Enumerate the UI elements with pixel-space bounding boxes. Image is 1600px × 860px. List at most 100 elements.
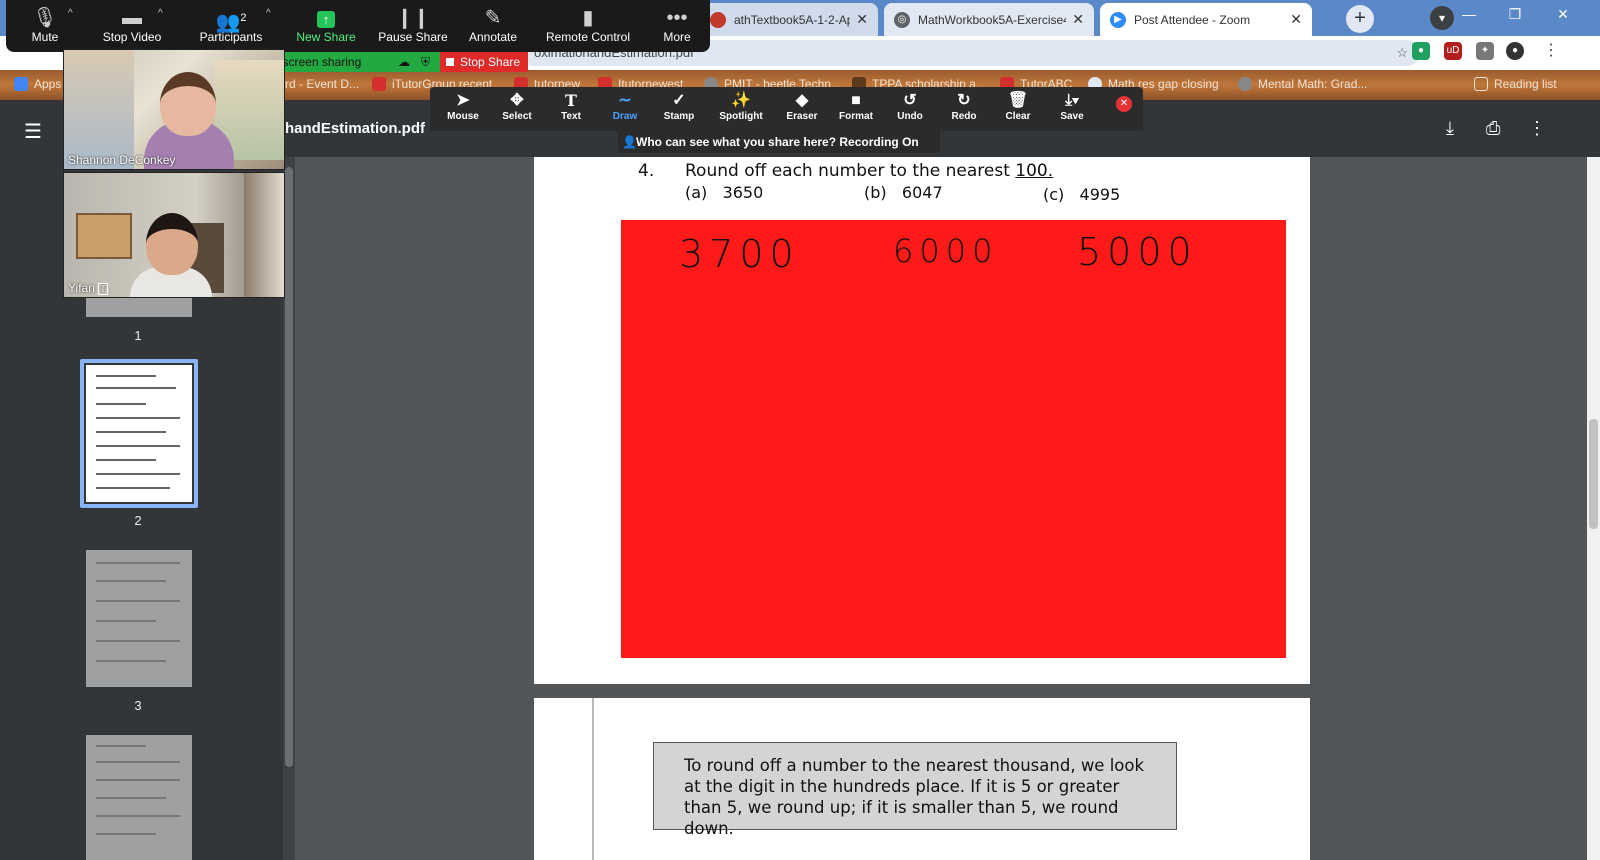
annotate-select-tool[interactable]: ✥ Select [490,91,544,122]
thumbnail-page-1[interactable] [86,297,192,317]
profile-avatar-icon[interactable]: ● [1506,42,1524,60]
person-face [160,72,216,136]
question-number: 4. [638,161,655,181]
trash-icon: 🗑 [1007,92,1029,109]
new-share-button[interactable]: ↑ New Share [292,0,360,52]
tool-label: Spotlight [719,111,763,122]
stop-share-button[interactable]: Stop Share [440,52,528,72]
window-close-icon[interactable]: ✕ [1540,0,1586,30]
pdf-viewport[interactable]: 4. Round off each number to the nearest … [297,157,1587,860]
pause-share-button[interactable]: ❙❙ Pause Share [378,0,448,52]
extension-chat-icon[interactable]: ● [1412,42,1430,60]
menu-hamburger-icon[interactable]: ☰ [24,119,42,144]
question-target: 100. [1015,161,1054,181]
viewer-scroll-thumb[interactable] [1589,419,1598,529]
reading-list[interactable]: Reading list [1474,77,1557,91]
chevron-up-icon[interactable]: ^ [68,8,73,19]
video-tile-shannon[interactable]: Shannon DeConkey [63,49,285,170]
tab-math-workbook[interactable]: ◎ MathWorkbook5A-Exercise4_ ✕ [884,3,1094,36]
restore-icon[interactable]: ❐ [1492,0,1538,30]
extension-ublock-icon[interactable]: uD [1444,42,1462,60]
more-button[interactable]: ••• More [654,0,700,52]
pause-icon: ❙❙ [396,7,430,29]
close-annotation-icon[interactable]: ✕ [1116,96,1132,112]
print-icon[interactable]: ⎙ [1486,118,1500,139]
annotate-draw-tool[interactable]: ∼ Draw [598,91,652,122]
annotate-eraser-tool[interactable]: ◆ Eraser [775,91,829,122]
minimize-icon[interactable]: — [1446,0,1492,30]
globe-favicon-icon: ◎ [894,11,910,28]
handwritten-answer-a: 3700 [679,232,800,276]
button-label: Pause Share [378,30,448,44]
bookmark-label: rd - Event D... [285,77,360,91]
annotate-format-tool[interactable]: ■ Format [829,91,883,122]
thumbnail-page-3[interactable] [86,550,192,687]
bookmark-apps[interactable]: Apps [14,77,61,91]
bookmark-star-icon[interactable]: ☆ [1396,40,1408,66]
video-tile-yifan[interactable]: Yifan T [63,172,285,298]
apps-grid-icon [14,77,28,91]
remote-control-button[interactable]: ▮ Remote Control [542,0,634,52]
tool-label: Clear [1005,111,1031,122]
button-label: Mute [31,30,59,44]
share-up-arrow-icon: ↑ [292,0,360,30]
annotate-undo-tool[interactable]: ↺ Undo [883,91,937,122]
close-icon[interactable]: ✕ [1290,11,1302,28]
tool-label: Redo [951,111,977,122]
annotate-redo-tool[interactable]: ↻ Redo [937,91,991,122]
text-T-icon: T [565,91,577,110]
page-number-label: 1 [134,328,142,343]
annotate-text-tool[interactable]: T Text [544,91,598,122]
tab-math-textbook[interactable]: athTextbook5A-1-2-Approx ✕ [700,3,878,36]
chevron-up-icon[interactable]: ^ [158,8,163,19]
zoom-favicon-icon: ▶ [1110,11,1126,28]
more-dots-icon: ••• [666,7,688,29]
zoom-meeting-controls: 🎙 Mute ^ ▬ Stop Video ^ 👥2 Participants … [6,0,710,52]
tool-label: Stamp [663,111,695,122]
chrome-menu-icon[interactable]: ⋮ [1542,42,1560,60]
thumbnail-page-2-selected[interactable] [80,359,198,508]
annotation-toolbar: ➤ Mouse ✥ Select T Text ∼ Draw ✓ Stamp ✨ Spotl… [430,87,1143,131]
annotate-save-tool[interactable]: ⤓▾ Save [1045,91,1099,122]
close-icon[interactable]: ✕ [856,11,868,28]
tab-post-attendee-zoom[interactable]: ▶ Post Attendee - Zoom ✕ [1100,3,1312,36]
viewer-scrollbar[interactable] [1587,157,1600,860]
page-number-label: 2 [134,513,142,528]
pdf-title: handEstimation.pdf [285,120,425,137]
bookmark-event[interactable]: rd - Event D... [285,77,359,91]
part-b: (b) 6047 [864,183,943,202]
bookmark-mental-math[interactable]: Mental Math: Grad... [1238,77,1367,91]
draw-squiggle-icon: ∼ [618,92,632,109]
participants-icon: 👥2 [215,11,247,34]
pdf-page: 4. Round off each number to the nearest … [534,157,1310,684]
participants-button[interactable]: 👥2 Participants [192,0,270,52]
button-label: Participants [199,30,263,44]
tool-label: Mouse [447,111,479,122]
button-label: New Share [296,30,356,44]
annotate-button[interactable]: ✎ Annotate [462,0,524,52]
pdf-favicon-icon [710,11,726,28]
shield-icon: ⛨ [420,55,430,69]
sidebar-scroll-thumb[interactable] [285,167,293,767]
annotate-mouse-tool[interactable]: ➤ Mouse [436,91,490,122]
participant-count: 2 [240,12,247,24]
thumbnail-page-4[interactable] [86,735,192,860]
annotate-clear-tool[interactable]: 🗑 Clear [991,91,1045,122]
annotate-stamp-tool[interactable]: ✓ Stamp [652,91,706,122]
close-icon[interactable]: ✕ [1072,11,1084,28]
bookmark-label: Apps [34,77,62,91]
video-background [64,50,134,169]
wand-icon: ✨ [731,92,751,109]
mute-button[interactable]: 🎙 Mute [22,0,68,52]
chevron-up-icon[interactable]: ^ [266,8,271,19]
button-label: Annotate [468,30,518,44]
handwritten-answer-c: 5000 [1077,230,1198,274]
new-tab-plus-icon[interactable]: + [1346,5,1374,33]
annotate-spotlight-tool[interactable]: ✨ Spotlight [712,91,770,122]
download-icon[interactable]: ⤓ [1446,118,1454,139]
tab-title: athTextbook5A-1-2-Approx [734,12,851,27]
participant-name: Yifan [68,281,95,295]
extension-puzzle-icon[interactable]: ✦ [1476,42,1494,60]
more-options-icon[interactable]: ⋮ [1528,118,1546,139]
recording-notice[interactable]: 👤 Who can see what you share here? Recor… [618,131,940,153]
